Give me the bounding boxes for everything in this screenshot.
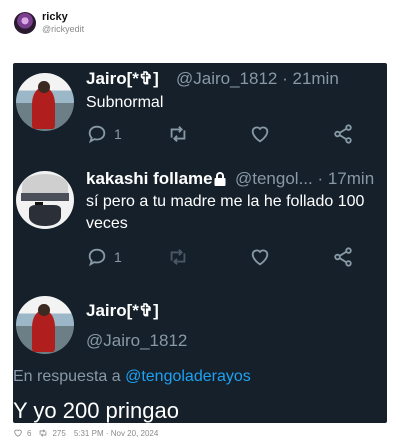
reply-text: Y yo 200 pringao	[13, 398, 179, 423]
repost-icon[interactable]	[38, 428, 48, 438]
author-handle[interactable]: @rickyedit	[42, 24, 84, 34]
post-header: ricky @rickyedit	[10, 8, 390, 38]
like-count: 6	[27, 428, 32, 438]
tweet-reply: Jairo[*✞] @Jairo_1812 En respuesta a @te…	[13, 63, 387, 423]
reply-author-name: Jairo[*✞]	[86, 301, 159, 320]
repost-count: 275	[52, 428, 66, 438]
avatar-jairo	[16, 296, 74, 354]
screenshot-image: Jairo[*✞] @Jairo_1812 · 21min Subnormal …	[13, 63, 387, 423]
replying-to: En respuesta a @tengoladerayos	[13, 368, 251, 385]
post-timestamp[interactable]: 5:31 PM · Nov 20, 2024	[74, 429, 159, 438]
reply-author-handle: @Jairo_1812	[86, 331, 188, 350]
replying-to-link: @tengoladerayos	[125, 368, 251, 385]
author-avatar[interactable]	[14, 12, 36, 34]
author-name[interactable]: ricky	[42, 11, 68, 23]
post-footer: 6 275 5:31 PM · Nov 20, 2024	[13, 428, 158, 438]
like-icon[interactable]	[13, 428, 23, 438]
